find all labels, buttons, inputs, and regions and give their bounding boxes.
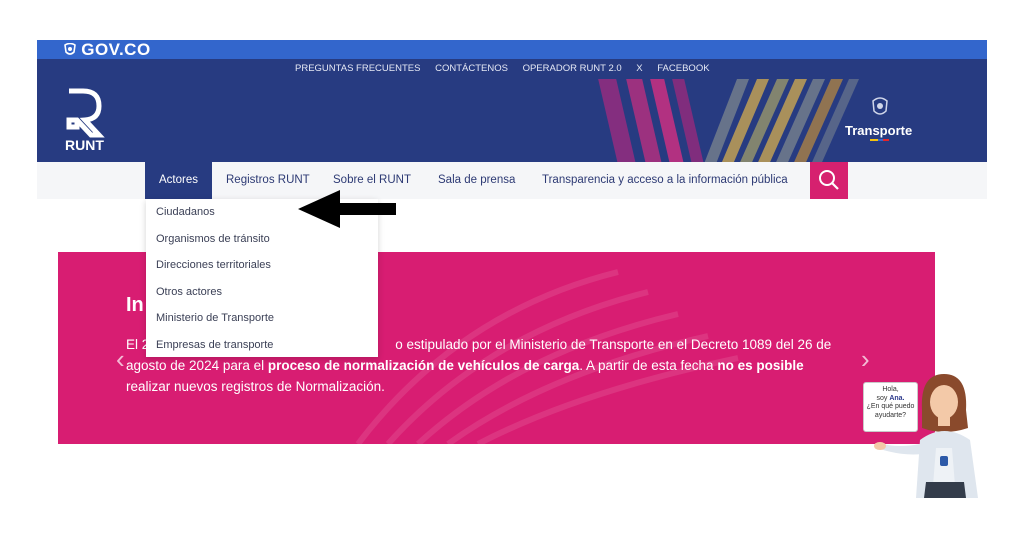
link-x[interactable]: X [636, 63, 642, 74]
gov-co-bar: GOV.CO [37, 40, 987, 59]
assistant-avatar-icon [874, 374, 978, 498]
top-links-bar: PREGUNTAS FRECUENTES CONTÁCTENOS OPERADO… [37, 59, 987, 79]
dropdown-item-otros-actores[interactable]: Otros actores [156, 286, 222, 298]
banner-line2-mid: . A partir de esta fecha [579, 358, 718, 373]
search-icon [819, 170, 839, 190]
link-facebook[interactable]: FACEBOOK [657, 63, 709, 74]
carousel-prev-icon[interactable]: ‹ [116, 344, 125, 375]
dropdown-item-direcciones-territoriales[interactable]: Direcciones territoriales [156, 259, 271, 271]
colombia-coat-of-arms-icon [872, 97, 888, 115]
runt-brand-text[interactable]: RUNT [65, 137, 104, 153]
header-decoration [66, 79, 889, 162]
banner-title: In [126, 294, 144, 316]
banner-line2-bold2: no es posible [717, 358, 804, 373]
dropdown-item-empresas-de-transporte[interactable]: Empresas de transporte [156, 339, 273, 351]
pointer-arrow-icon [298, 190, 396, 228]
gov-co-text: GOV.CO [81, 40, 151, 59]
runt-logo [66, 88, 105, 138]
banner-line1-suffix: o estipulado por el Ministerio de Transp… [395, 337, 832, 352]
dropdown-item-ciudadanos[interactable]: Ciudadanos [156, 206, 215, 218]
nav-item-transparencia[interactable]: Transparencia y acceso a la información … [542, 162, 788, 199]
virtual-assistant-ana[interactable]: Hola, soy Ana. ¿En qué puedo ayudarte? [860, 370, 990, 498]
link-preguntas-frecuentes[interactable]: PREGUNTAS FRECUENTES [295, 63, 420, 74]
link-operador-runt[interactable]: OPERADOR RUNT 2.0 [523, 63, 622, 74]
banner-line3: realizar nuevos registros de Normalizaci… [126, 379, 385, 394]
site-header: RUNT Transporte [37, 79, 987, 162]
colombia-shield-icon [64, 42, 76, 55]
nav-item-sala-de-prensa[interactable]: Sala de prensa [438, 162, 515, 199]
banner-line2-prefix: agosto de 2024 para el [126, 358, 268, 373]
dropdown-item-ministerio-de-transporte[interactable]: Ministerio de Transporte [156, 312, 274, 324]
search-button[interactable] [810, 162, 848, 199]
ministry-transporte-text[interactable]: Transporte [845, 123, 912, 138]
nav-item-actores[interactable]: Actores [145, 162, 212, 199]
link-contactenos[interactable]: CONTÁCTENOS [435, 63, 508, 74]
gov-co-logo[interactable]: GOV.CO [64, 40, 151, 59]
dropdown-item-organismos-de-transito[interactable]: Organismos de tránsito [156, 233, 270, 245]
banner-line2-bold: proceso de normalización de vehículos de… [267, 358, 580, 373]
